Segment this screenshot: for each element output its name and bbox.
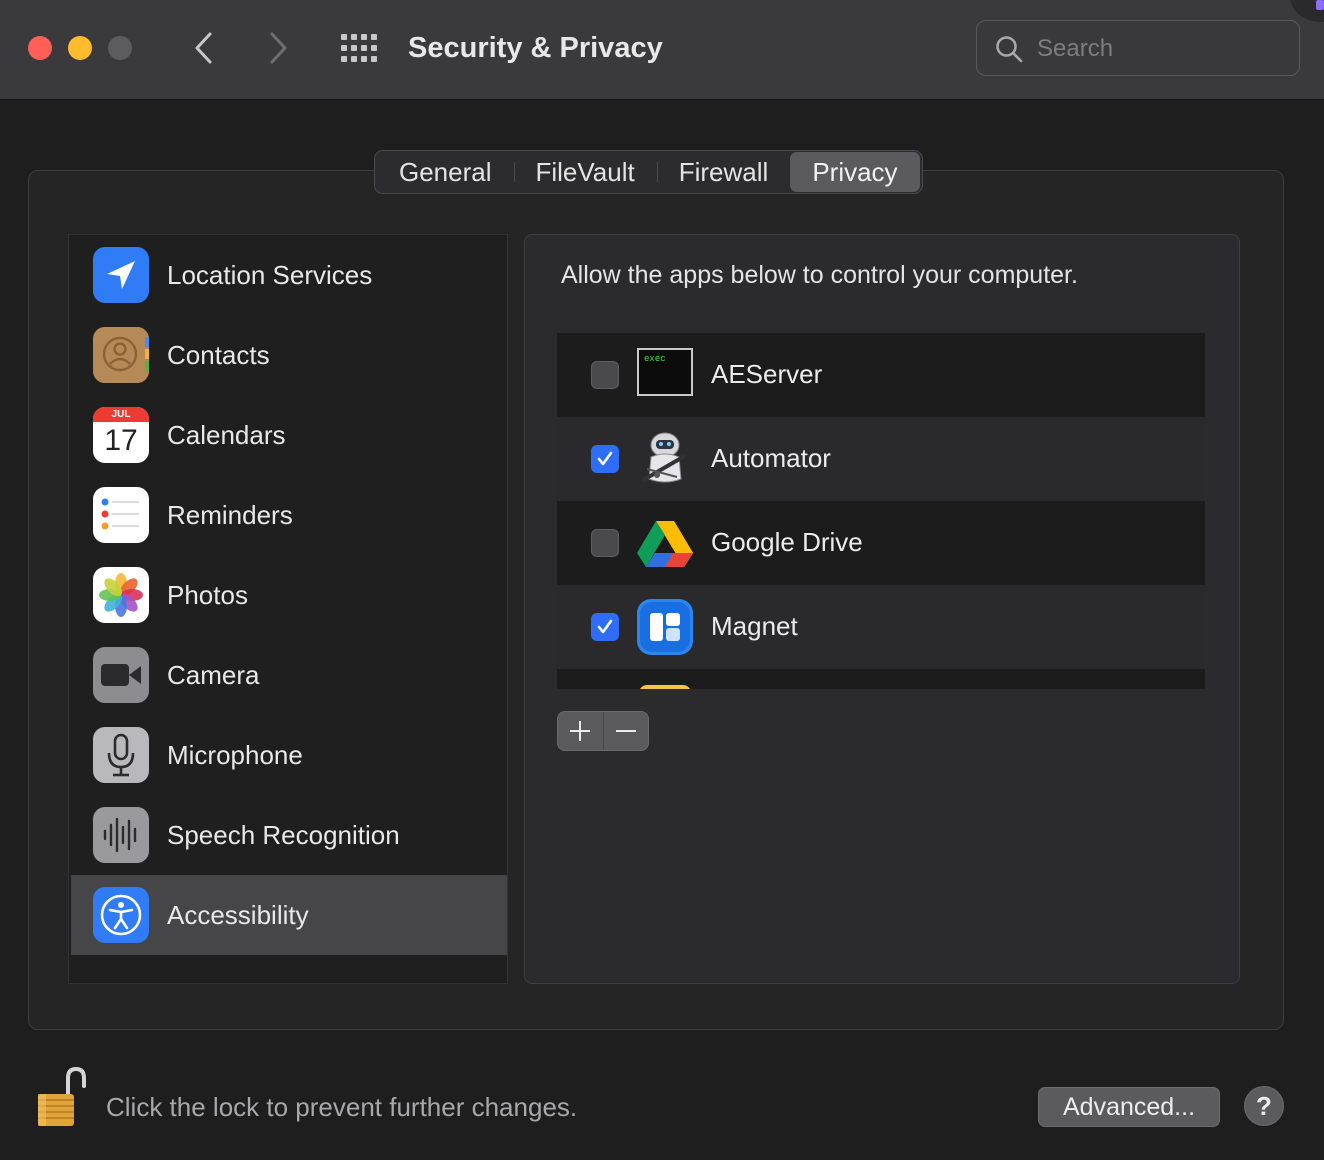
chevron-left-icon xyxy=(195,32,212,64)
app-list[interactable]: exec AEServer Automator Google Drive Mag… xyxy=(557,333,1205,689)
sidebar-item-label: Contacts xyxy=(167,339,270,370)
sidebar-item-label: Calendars xyxy=(167,419,286,450)
checkmark-icon xyxy=(597,451,613,466)
app-name: Magnet xyxy=(711,611,798,641)
close-window-button[interactable] xyxy=(28,36,52,60)
sidebar-item-label: Location Services xyxy=(167,259,373,290)
sidebar-item-contacts[interactable]: Contacts xyxy=(71,315,507,395)
tab-filevault[interactable]: FileVault xyxy=(513,152,657,192)
tab-bar: General FileVault Firewall Privacy xyxy=(374,150,923,194)
google-drive-icon xyxy=(637,515,693,571)
sidebar-item-label: Camera xyxy=(167,659,260,690)
reminders-icon xyxy=(93,487,149,543)
app-icon-partial xyxy=(639,685,691,689)
app-row-google-drive[interactable]: Google Drive xyxy=(557,501,1205,585)
sidebar-item-reminders[interactable]: Reminders xyxy=(71,475,507,555)
app-name: Automator xyxy=(711,443,831,473)
advanced-button[interactable]: Advanced... xyxy=(1038,1087,1220,1127)
accessibility-icon xyxy=(93,887,149,943)
app-checkbox[interactable] xyxy=(591,613,619,641)
panel-description: Allow the apps below to control your com… xyxy=(561,261,1078,289)
tab-general[interactable]: General xyxy=(377,152,514,192)
automator-robot-icon xyxy=(637,431,693,487)
location-arrow-icon xyxy=(93,247,149,303)
add-remove-control xyxy=(557,711,649,751)
speech-recognition-icon xyxy=(93,807,149,863)
sidebar-item-label: Photos xyxy=(167,579,248,610)
calendar-month: JUL xyxy=(93,407,149,422)
app-row-magnet[interactable]: Magnet xyxy=(557,585,1205,669)
app-name: AEServer xyxy=(711,359,823,389)
calendar-day: 17 xyxy=(104,424,138,457)
accessibility-panel: Allow the apps below to control your com… xyxy=(524,234,1240,984)
tab-privacy[interactable]: Privacy xyxy=(790,152,920,192)
privacy-category-list[interactable]: Location Services Contacts JUL 17 Calend… xyxy=(68,234,508,984)
app-row-partial[interactable] xyxy=(557,669,1205,689)
sidebar-item-label: Reminders xyxy=(167,499,293,530)
help-button[interactable]: ? xyxy=(1244,1086,1284,1126)
search-field[interactable] xyxy=(976,20,1300,76)
sidebar-item-location-services[interactable]: Location Services xyxy=(71,235,507,315)
contacts-icon xyxy=(93,327,149,383)
sidebar-item-photos[interactable]: Photos xyxy=(71,555,507,635)
show-all-button[interactable] xyxy=(338,30,382,66)
sidebar-item-calendars[interactable]: JUL 17 Calendars xyxy=(71,395,507,475)
app-checkbox[interactable] xyxy=(591,361,619,389)
app-checkbox[interactable] xyxy=(591,529,619,557)
plus-icon xyxy=(570,721,591,741)
photos-icon xyxy=(93,567,149,623)
search-input[interactable] xyxy=(1037,31,1287,67)
terminal-exec-icon: exec xyxy=(637,347,693,403)
unlocked-padlock-icon[interactable] xyxy=(34,1066,88,1135)
forward-button[interactable] xyxy=(258,28,298,68)
search-icon xyxy=(996,36,1023,63)
remove-app-button[interactable] xyxy=(602,712,648,750)
sidebar-item-accessibility[interactable]: Accessibility xyxy=(71,875,507,955)
app-row-aeserver[interactable]: exec AEServer xyxy=(557,333,1205,417)
grid-icon xyxy=(341,34,377,62)
calendar-icon: JUL 17 xyxy=(93,407,149,463)
add-app-button[interactable] xyxy=(558,712,603,750)
sidebar-item-camera[interactable]: Camera xyxy=(71,635,507,715)
window-title: Security & Privacy xyxy=(408,32,663,64)
app-name: Google Drive xyxy=(711,527,863,557)
magnet-icon xyxy=(637,599,693,655)
sidebar-item-label: Speech Recognition xyxy=(167,819,400,850)
chevron-right-icon xyxy=(270,32,287,64)
camera-icon xyxy=(93,647,149,703)
sidebar-item-label: Accessibility xyxy=(167,899,309,930)
sidebar-item-speech-recognition[interactable]: Speech Recognition xyxy=(71,795,507,875)
app-row-automator[interactable]: Automator xyxy=(557,417,1205,501)
tab-firewall[interactable]: Firewall xyxy=(656,152,791,192)
corner-badge xyxy=(1290,0,1324,22)
title-bar: Security & Privacy xyxy=(0,0,1324,100)
exec-label: exec xyxy=(644,354,666,364)
microphone-icon xyxy=(93,727,149,783)
minimize-window-button[interactable] xyxy=(68,36,92,60)
sidebar-item-label: Microphone xyxy=(167,739,303,770)
checkmark-icon xyxy=(597,619,613,634)
back-button[interactable] xyxy=(184,28,224,68)
app-checkbox[interactable] xyxy=(591,445,619,473)
lock-status-text: Click the lock to prevent further change… xyxy=(106,1092,578,1122)
zoom-window-button[interactable] xyxy=(108,36,132,60)
sidebar-item-microphone[interactable]: Microphone xyxy=(71,715,507,795)
minus-icon xyxy=(615,730,636,732)
